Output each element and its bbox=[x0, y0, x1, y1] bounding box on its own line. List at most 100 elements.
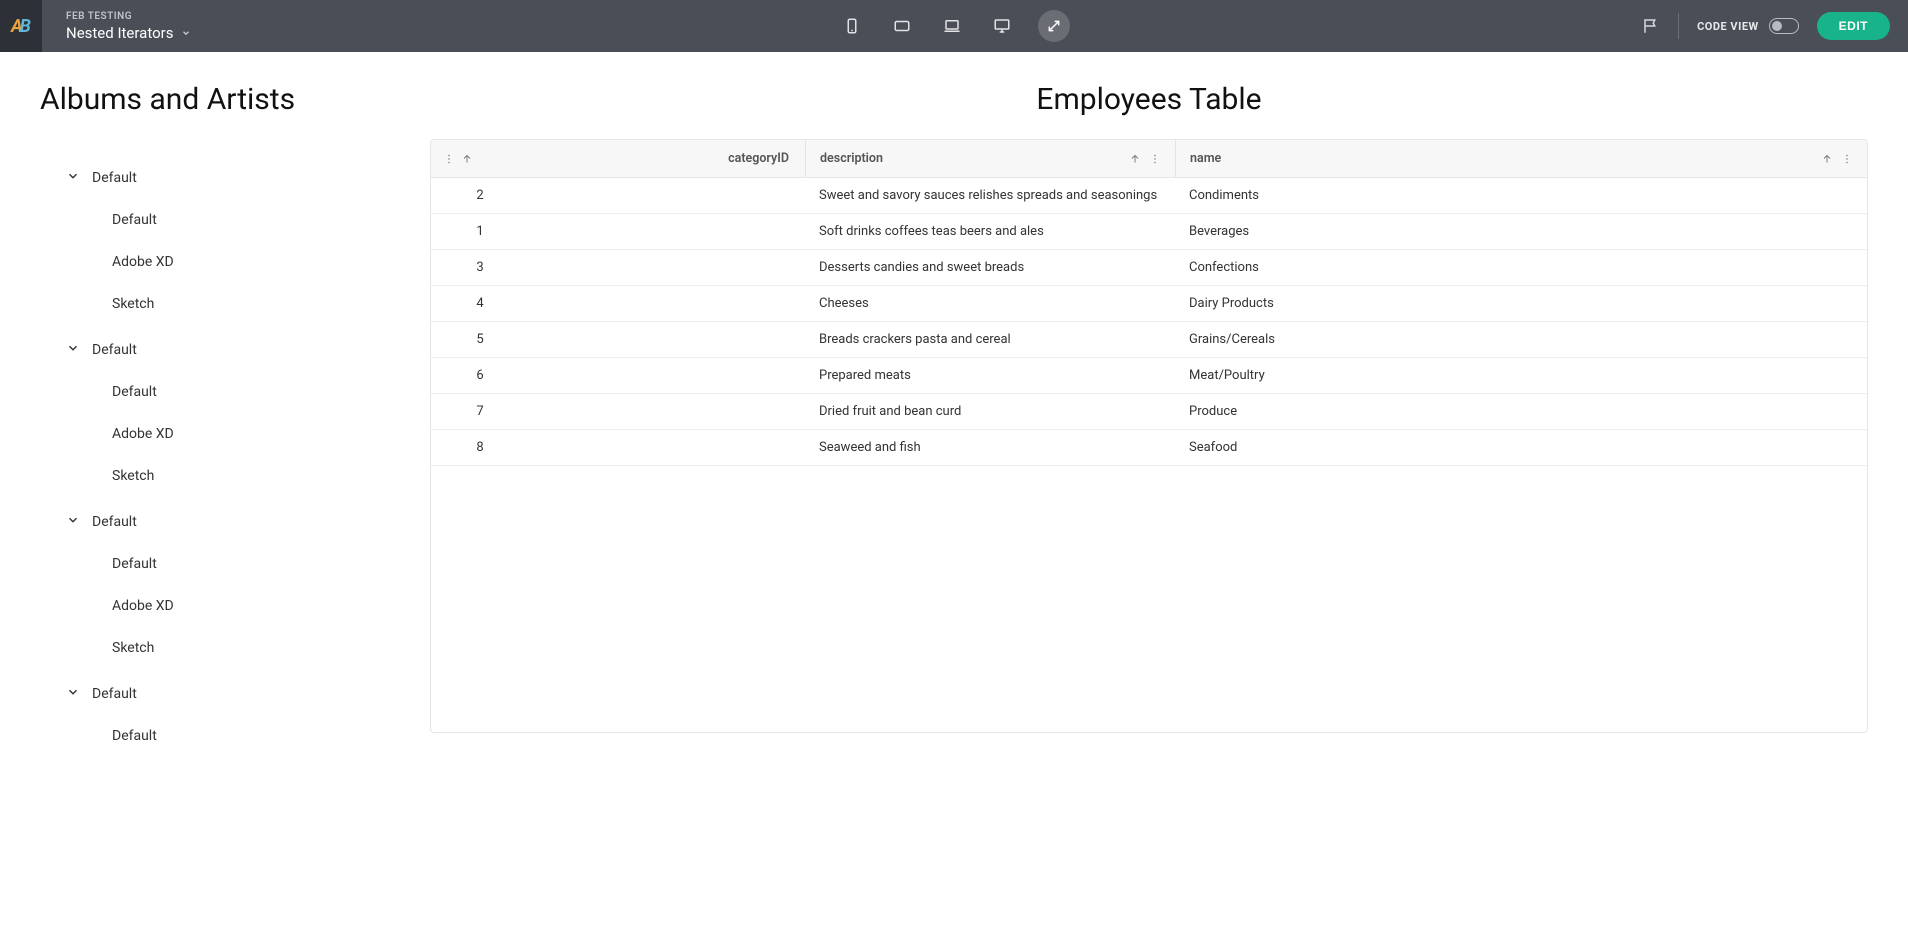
arrow-up-icon[interactable] bbox=[1821, 153, 1833, 165]
albums-tree-section: Albums and Artists DefaultDefaultAdobe X… bbox=[40, 82, 340, 761]
cell-categoryID: 5 bbox=[431, 322, 805, 357]
cell-description: Sweet and savory sauces relishes spreads… bbox=[805, 178, 1175, 213]
albums-heading: Albums and Artists bbox=[40, 82, 340, 117]
chevron-down-icon bbox=[66, 341, 80, 359]
column-header-description[interactable]: description bbox=[805, 140, 1175, 177]
tree-group-label: Default bbox=[92, 342, 137, 358]
grid-header: categoryID description bbox=[431, 140, 1867, 178]
cell-categoryID: 1 bbox=[431, 214, 805, 249]
tree-group-label: Default bbox=[92, 170, 137, 186]
topbar: AB FEB TESTING Nested Iterators bbox=[0, 0, 1908, 52]
device-desktop-button[interactable] bbox=[988, 12, 1016, 40]
tree-group-header[interactable]: Default bbox=[40, 329, 340, 371]
column-label: name bbox=[1190, 151, 1221, 166]
tree-leaf[interactable]: Adobe XD bbox=[112, 241, 340, 283]
tree-group: DefaultDefaultAdobe XDSketch bbox=[40, 501, 340, 669]
table-row[interactable]: 8Seaweed and fishSeafood bbox=[431, 430, 1867, 466]
employees-heading: Employees Table bbox=[430, 82, 1868, 117]
cell-name: Grains/Cereals bbox=[1175, 322, 1867, 357]
column-header-categoryID[interactable]: categoryID bbox=[431, 140, 805, 177]
code-view-toggle-group: CODE VIEW bbox=[1697, 18, 1799, 34]
cell-categoryID: 4 bbox=[431, 286, 805, 321]
tree-children: DefaultAdobe XDSketch bbox=[40, 199, 340, 325]
arrow-up-icon[interactable] bbox=[1129, 153, 1141, 165]
table-row[interactable]: 4CheesesDairy Products bbox=[431, 286, 1867, 322]
flag-button[interactable] bbox=[1642, 17, 1660, 35]
tree-leaf[interactable]: Sketch bbox=[112, 455, 340, 497]
column-header-name[interactable]: name bbox=[1175, 140, 1867, 177]
device-preview-switcher bbox=[838, 10, 1070, 42]
cell-description: Soft drinks coffees teas beers and ales bbox=[805, 214, 1175, 249]
title-group: FEB TESTING Nested Iterators bbox=[42, 11, 191, 42]
canvas: Albums and Artists DefaultDefaultAdobe X… bbox=[0, 52, 1908, 940]
tree-leaf[interactable]: Default bbox=[112, 715, 340, 757]
tree-leaf[interactable]: Default bbox=[112, 199, 340, 241]
cell-description: Breads crackers pasta and cereal bbox=[805, 322, 1175, 357]
tree-group-label: Default bbox=[92, 686, 137, 702]
tree-group-header[interactable]: Default bbox=[40, 501, 340, 543]
tree-children: Default bbox=[40, 715, 340, 757]
tree-leaf[interactable]: Adobe XD bbox=[112, 413, 340, 455]
right-controls: CODE VIEW EDIT bbox=[1642, 12, 1908, 40]
table-row[interactable]: 7Dried fruit and bean curdProduce bbox=[431, 394, 1867, 430]
cell-name: Seafood bbox=[1175, 430, 1867, 465]
device-laptop-button[interactable] bbox=[938, 12, 966, 40]
code-view-label: CODE VIEW bbox=[1697, 20, 1759, 33]
cell-name: Dairy Products bbox=[1175, 286, 1867, 321]
tree-group-label: Default bbox=[92, 514, 137, 530]
device-mobile-button[interactable] bbox=[838, 12, 866, 40]
cell-name: Produce bbox=[1175, 394, 1867, 429]
kebab-menu-icon[interactable] bbox=[1149, 153, 1161, 165]
page-title-dropdown[interactable]: Nested Iterators bbox=[66, 24, 191, 42]
cell-categoryID: 8 bbox=[431, 430, 805, 465]
cell-name: Beverages bbox=[1175, 214, 1867, 249]
cell-categoryID: 3 bbox=[431, 250, 805, 285]
table-row[interactable]: 6Prepared meatsMeat/Poultry bbox=[431, 358, 1867, 394]
cell-description: Seaweed and fish bbox=[805, 430, 1175, 465]
table-row[interactable]: 2Sweet and savory sauces relishes spread… bbox=[431, 178, 1867, 214]
cell-name: Confections bbox=[1175, 250, 1867, 285]
fullscreen-button[interactable] bbox=[1038, 10, 1070, 42]
cell-description: Dried fruit and bean curd bbox=[805, 394, 1175, 429]
logo-icon: AB bbox=[11, 16, 31, 37]
edit-button[interactable]: EDIT bbox=[1817, 12, 1890, 40]
arrow-up-icon[interactable] bbox=[461, 153, 473, 165]
tree-group-header[interactable]: Default bbox=[40, 157, 340, 199]
cell-categoryID: 7 bbox=[431, 394, 805, 429]
cell-categoryID: 2 bbox=[431, 178, 805, 213]
cell-description: Desserts candies and sweet breads bbox=[805, 250, 1175, 285]
tree-leaf[interactable]: Default bbox=[112, 371, 340, 413]
tree-leaf[interactable]: Sketch bbox=[112, 283, 340, 325]
cell-categoryID: 6 bbox=[431, 358, 805, 393]
cell-name: Meat/Poultry bbox=[1175, 358, 1867, 393]
tree-children: DefaultAdobe XDSketch bbox=[40, 371, 340, 497]
tree-leaf[interactable]: Adobe XD bbox=[112, 585, 340, 627]
table-row[interactable]: 1Soft drinks coffees teas beers and ales… bbox=[431, 214, 1867, 250]
table-row[interactable]: 3Desserts candies and sweet breadsConfec… bbox=[431, 250, 1867, 286]
employees-table-section: Employees Table categoryID bbox=[430, 82, 1868, 733]
tree-group: DefaultDefaultAdobe XDSketch bbox=[40, 157, 340, 325]
chevron-down-icon bbox=[181, 28, 191, 38]
tree: DefaultDefaultAdobe XDSketchDefaultDefau… bbox=[40, 157, 340, 757]
kebab-menu-icon[interactable] bbox=[1841, 153, 1853, 165]
app-logo[interactable]: AB bbox=[0, 0, 42, 52]
column-label: description bbox=[820, 151, 883, 166]
chevron-down-icon bbox=[66, 685, 80, 703]
kebab-menu-icon[interactable] bbox=[443, 153, 455, 165]
table-row[interactable]: 5Breads crackers pasta and cerealGrains/… bbox=[431, 322, 1867, 358]
cell-description: Cheeses bbox=[805, 286, 1175, 321]
cell-description: Prepared meats bbox=[805, 358, 1175, 393]
page-title: Nested Iterators bbox=[66, 24, 173, 42]
column-label: categoryID bbox=[728, 151, 789, 166]
tree-leaf[interactable]: Sketch bbox=[112, 627, 340, 669]
tree-leaf[interactable]: Default bbox=[112, 543, 340, 585]
chevron-down-icon bbox=[66, 169, 80, 187]
tree-group-header[interactable]: Default bbox=[40, 673, 340, 715]
grid-body: 2Sweet and savory sauces relishes spread… bbox=[431, 178, 1867, 466]
workspace-name[interactable]: FEB TESTING bbox=[66, 11, 191, 22]
cell-name: Condiments bbox=[1175, 178, 1867, 213]
chevron-down-icon bbox=[66, 513, 80, 531]
device-tablet-landscape-button[interactable] bbox=[888, 12, 916, 40]
divider bbox=[1678, 13, 1679, 39]
code-view-toggle[interactable] bbox=[1769, 18, 1799, 34]
